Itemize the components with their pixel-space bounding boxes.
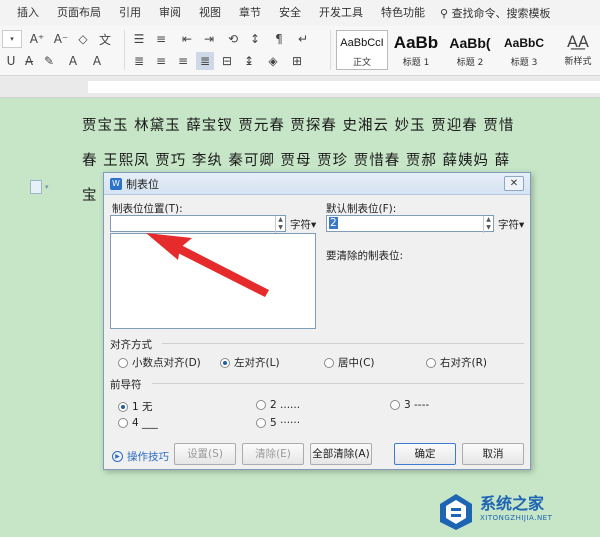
annotation-arrow xyxy=(146,233,269,297)
watermark: 系统之家 XITONGZHIJIA.NET xyxy=(436,484,598,534)
watermark-name: 系统之家 xyxy=(480,494,545,513)
site-logo-icon xyxy=(440,494,472,530)
watermark-url: XITONGZHIJIA.NET xyxy=(480,514,553,522)
arrow-shaft xyxy=(176,245,269,297)
